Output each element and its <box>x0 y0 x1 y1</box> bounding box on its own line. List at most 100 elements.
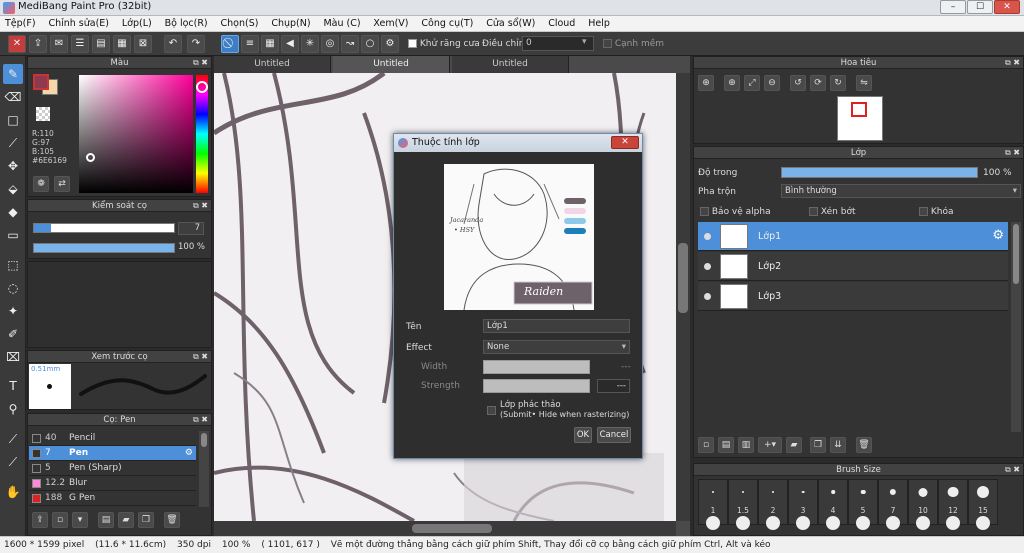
menu-tools[interactable]: Công cụ(T) <box>416 16 478 32</box>
snap-radial-icon[interactable]: ✳ <box>301 35 319 53</box>
visibility-icon[interactable] <box>704 263 711 270</box>
lock-toggle[interactable]: Khóa <box>919 207 954 217</box>
gear-icon[interactable]: ⚙ <box>992 228 1004 243</box>
brush-opacity-slider[interactable] <box>33 243 175 253</box>
hue-handle[interactable] <box>196 81 208 93</box>
pen-list-scrollbar[interactable] <box>199 431 209 507</box>
menu-icon[interactable]: ☰ <box>71 35 89 53</box>
rotate-right-icon[interactable]: ↻ <box>830 75 846 91</box>
zoom-out-icon[interactable]: ⊖ <box>764 75 780 91</box>
blend-mode-select[interactable]: Bình thường ▾ <box>781 184 1021 198</box>
antialias-checkbox[interactable] <box>408 39 417 48</box>
page-icon[interactable]: ▤ <box>92 35 110 53</box>
swap-color-icon[interactable]: ⇄ <box>54 176 70 192</box>
rotate-left-icon[interactable]: ↺ <box>790 75 806 91</box>
duplicate-layer-icon[interactable]: ❐ <box>810 437 826 453</box>
visibility-icon[interactable] <box>704 293 711 300</box>
draft-layer-checkbox[interactable] <box>487 406 496 415</box>
snap-off-icon[interactable]: ⃠ <box>221 35 239 53</box>
copy-brush-icon[interactable]: ▤ <box>98 512 114 528</box>
select-tool-icon[interactable]: ⬚ <box>3 255 23 275</box>
saturation-value-picker[interactable] <box>79 75 193 193</box>
close-doc-icon[interactable]: ✕ <box>8 35 26 53</box>
pen-item-pen-sharp[interactable]: 5 Pen (Sharp) <box>29 461 196 476</box>
pen-item-pencil[interactable]: 40 Pencil <box>29 431 196 446</box>
new-brush-icon[interactable]: ▫ <box>52 512 68 528</box>
brush-size-option[interactable]: 2 <box>758 479 788 530</box>
snap-vanish-icon[interactable]: ◀ <box>281 35 299 53</box>
menu-help[interactable]: Help <box>583 16 615 32</box>
panel-close-icon[interactable]: ⧉ ✖ <box>1005 57 1020 69</box>
pen-item-pen[interactable]: 7 Pen ⚙ <box>29 446 196 461</box>
panel-close-icon[interactable]: ⧉ ✖ <box>193 351 208 363</box>
snap-ellipse-icon[interactable]: ○ <box>361 35 379 53</box>
lasso-tool-icon[interactable]: ◌ <box>3 278 23 298</box>
fill-tool-icon[interactable]: ⬙ <box>3 179 23 199</box>
dot-tool-icon[interactable]: ⟋ <box>3 133 23 153</box>
ok-button[interactable]: OK <box>574 427 592 443</box>
move-tool-icon[interactable]: ✥ <box>3 156 23 176</box>
pen-item-blur[interactable]: 12.2 Blur <box>29 476 196 491</box>
snap-cross-icon[interactable]: ▦ <box>261 35 279 53</box>
rect-tool-icon[interactable]: □ <box>3 110 23 130</box>
protect-alpha-checkbox[interactable] <box>700 207 709 216</box>
soft-edge-toggle[interactable]: Cạnh mềm <box>603 39 664 49</box>
panel-close-icon[interactable]: ⧉ ✖ <box>193 414 208 426</box>
menu-filter[interactable]: Bộ lọc(R) <box>160 16 213 32</box>
snap-settings-icon[interactable]: ⚙ <box>381 35 399 53</box>
select-pen-icon[interactable]: ✐ <box>3 324 23 344</box>
flip-icon[interactable]: ⇋ <box>856 75 872 91</box>
bucket-tool-icon[interactable]: ◆ <box>3 202 23 222</box>
close-window-button[interactable]: ✕ <box>994 0 1020 14</box>
hand-tool-icon[interactable]: ✋ <box>3 482 23 502</box>
brush-tool-icon[interactable]: ✎ <box>3 64 23 84</box>
redo-icon[interactable]: ↷ <box>187 35 205 53</box>
brush-size-option[interactable]: 7 <box>878 479 908 530</box>
folder-icon[interactable]: ▰ <box>786 437 802 453</box>
zoom-in-icon[interactable]: ⊕ <box>724 75 740 91</box>
brush-size-option[interactable]: 3 <box>788 479 818 530</box>
effect-select[interactable]: None ▾ <box>483 340 630 354</box>
pen-item-gpen[interactable]: 188 G Pen <box>29 491 196 506</box>
doc-tab-2[interactable]: Untitled <box>333 56 450 73</box>
trash-icon[interactable]: 🗑 <box>856 437 872 453</box>
soft-edge-checkbox[interactable] <box>603 39 612 48</box>
visibility-icon[interactable] <box>704 233 711 240</box>
eraser-tool-icon[interactable]: ⌫ <box>3 87 23 107</box>
canvas-vertical-scrollbar[interactable] <box>676 73 690 521</box>
menu-capture[interactable]: Chụp(N) <box>266 16 315 32</box>
transparent-color-swatch[interactable] <box>36 107 50 121</box>
layer-row-1[interactable]: Lớp1 ⚙ <box>698 222 1008 251</box>
lock-checkbox[interactable] <box>919 207 928 216</box>
select-eraser-icon[interactable]: ⌧ <box>3 347 23 367</box>
canvas-horizontal-scrollbar[interactable] <box>214 521 676 536</box>
export-icon[interactable]: ⇪ <box>29 35 47 53</box>
brush-size-option[interactable]: 10 <box>908 479 938 530</box>
snap-parallel-icon[interactable]: ≡ <box>241 35 259 53</box>
text-tool-icon[interactable]: T <box>3 376 23 396</box>
color-cursor[interactable] <box>86 153 95 162</box>
layer-opacity-slider[interactable] <box>781 167 978 178</box>
comment-icon[interactable]: ✉ <box>50 35 68 53</box>
undo-icon[interactable]: ↶ <box>164 35 182 53</box>
gradient-tool-icon[interactable]: ▭ <box>3 225 23 245</box>
eyedropper-icon[interactable]: ⟋ <box>3 429 23 449</box>
divide-tool-icon[interactable]: ⚲ <box>3 399 23 419</box>
navigator-thumbnail[interactable] <box>837 96 883 141</box>
menu-file[interactable]: Tệp(F) <box>0 16 41 32</box>
magic-wand-icon[interactable]: ✦ <box>3 301 23 321</box>
protect-alpha-toggle[interactable]: Bảo vệ alpha <box>700 207 771 217</box>
layer-name-input[interactable]: Lớp1 <box>483 319 630 333</box>
panel-close-icon[interactable]: ⧉ ✖ <box>193 200 208 212</box>
hue-slider[interactable] <box>196 75 208 193</box>
navigator-viewport[interactable] <box>851 102 867 117</box>
brush-size-option[interactable]: 1 <box>698 479 728 530</box>
new-halftone-layer-icon[interactable]: ▤ <box>718 437 734 453</box>
folder-icon[interactable]: ▰ <box>118 512 134 528</box>
pen-eyedropper-icon[interactable]: ⟋ <box>3 452 23 472</box>
merge-layer-icon[interactable]: ⇊ <box>830 437 846 453</box>
trash-icon[interactable]: 🗑 <box>164 512 180 528</box>
panel-close-icon[interactable]: ⧉ ✖ <box>1005 464 1020 476</box>
menu-color[interactable]: Màu (C) <box>318 16 365 32</box>
rotate-reset-icon[interactable]: ⟳ <box>810 75 826 91</box>
